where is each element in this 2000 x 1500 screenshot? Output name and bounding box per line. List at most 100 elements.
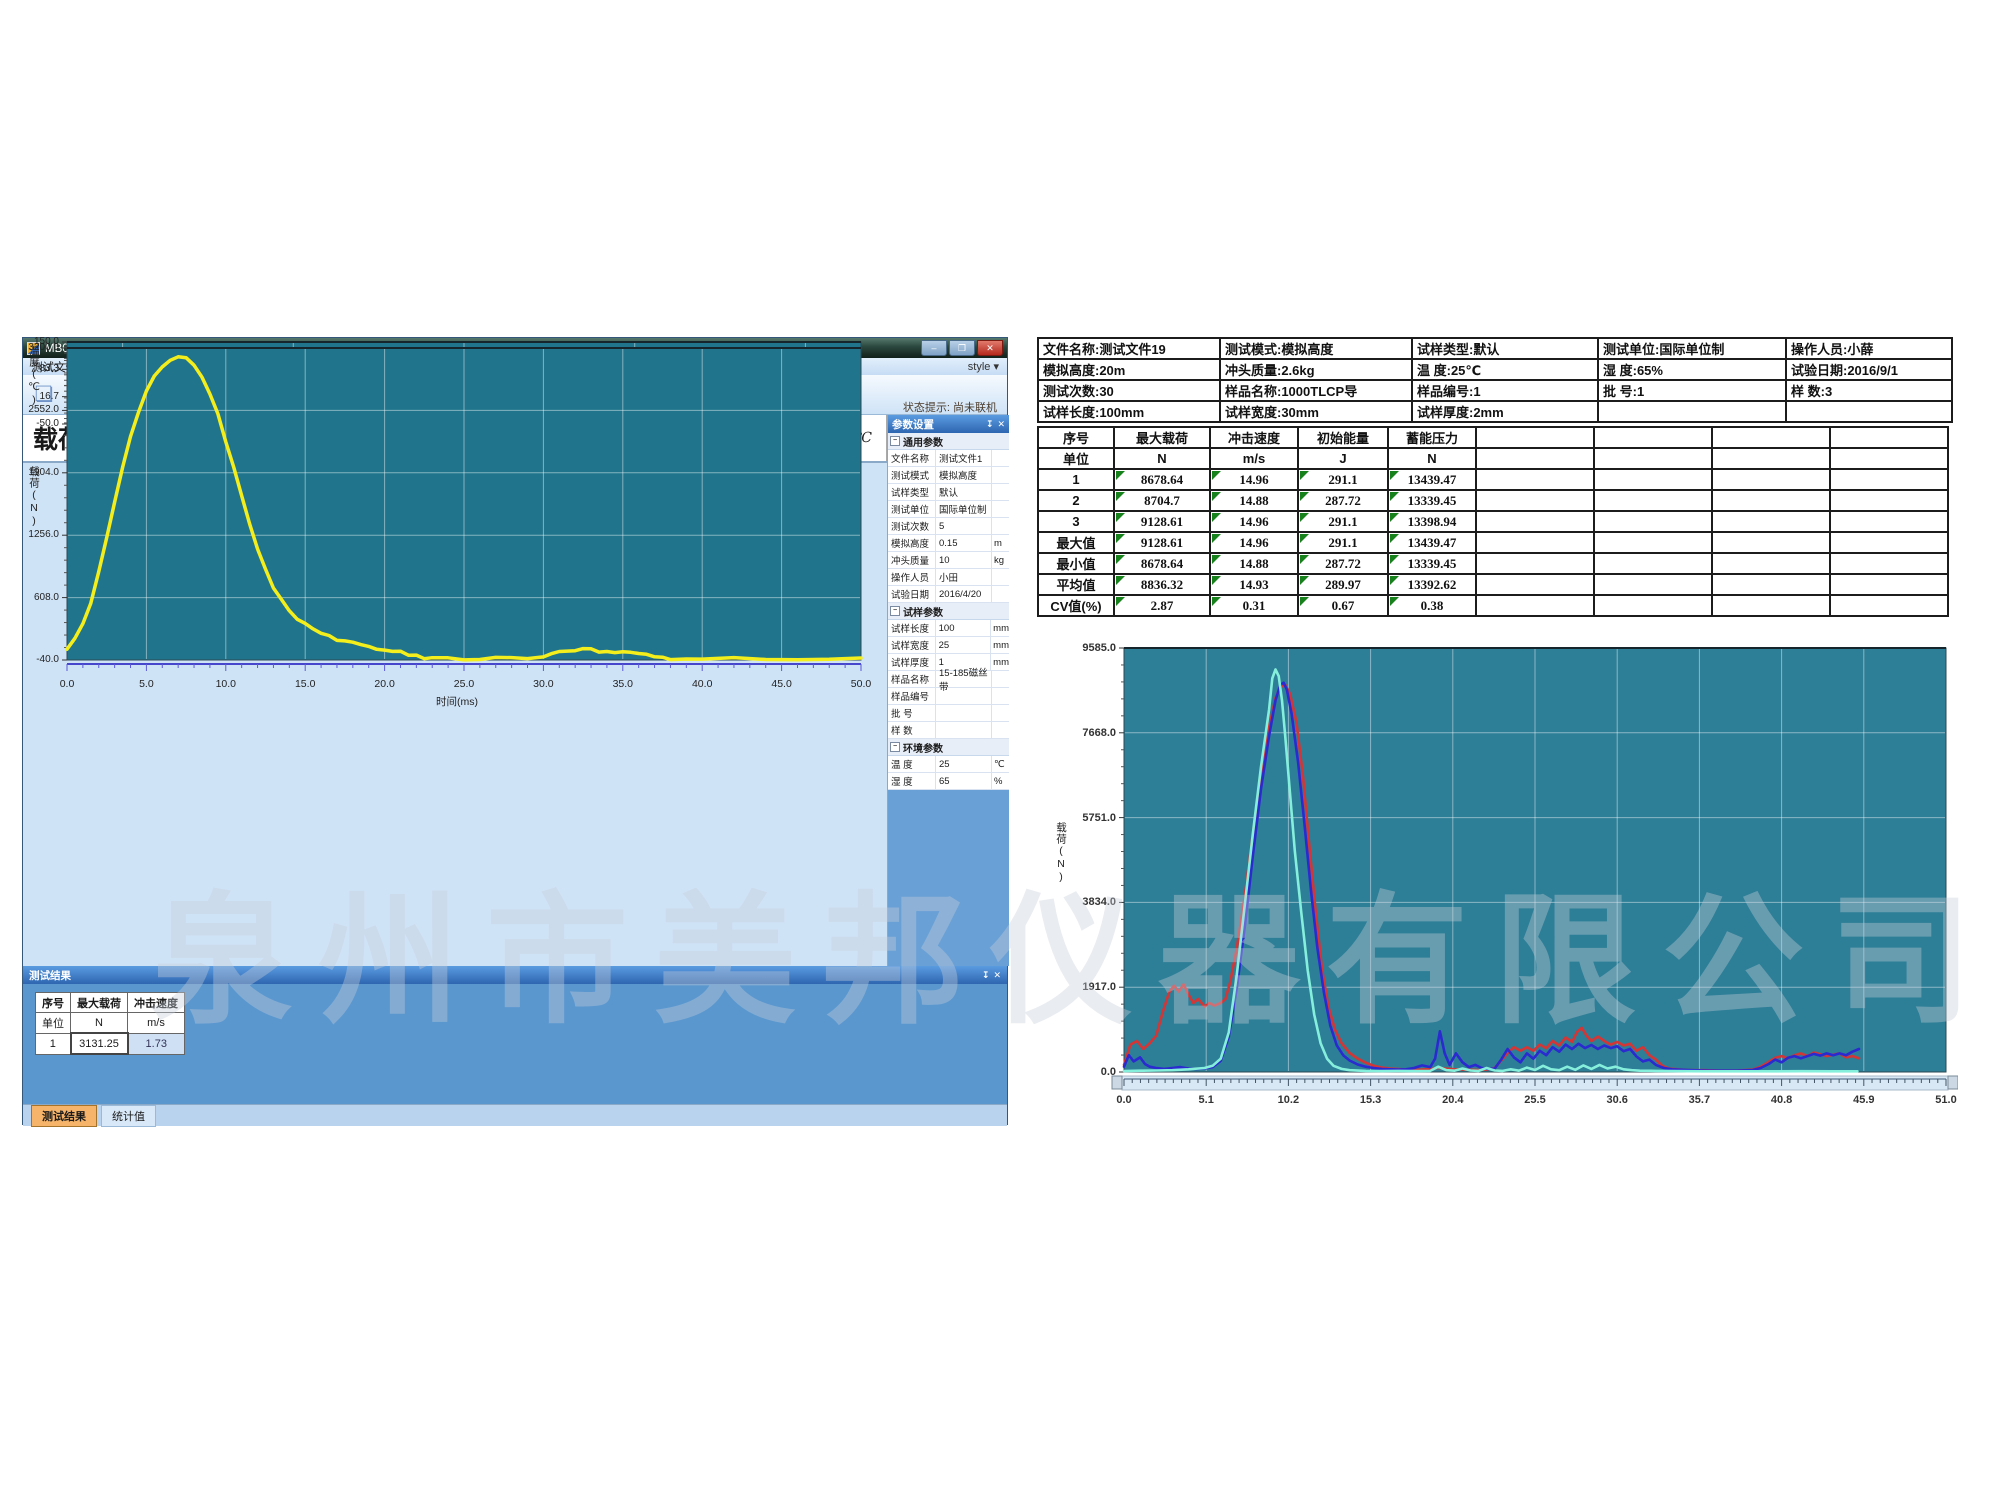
param-row: 试样宽度25mm	[888, 637, 1009, 654]
x-tick-label: 15.3	[1353, 1094, 1389, 1106]
data-cell: N	[1114, 448, 1210, 469]
param-value[interactable]	[936, 722, 992, 738]
data-cell	[1830, 532, 1948, 553]
data-cell	[1712, 553, 1830, 574]
data-cell	[1476, 595, 1594, 616]
param-value[interactable]: 2016/4/20	[936, 586, 992, 602]
info-cell: 样 数:3	[1786, 380, 1952, 401]
data-cell: 287.72	[1298, 490, 1388, 511]
param-value[interactable]: 0.15	[936, 535, 992, 551]
param-unit	[992, 450, 1009, 466]
close-icon[interactable]: ✕	[993, 970, 1001, 981]
info-cell: 批 号:1	[1598, 380, 1786, 401]
y-tick-label: 3200.0	[23, 342, 59, 353]
param-group-header[interactable]: −通用参数	[888, 433, 1009, 450]
close-icon[interactable]: ✕	[997, 419, 1005, 430]
pin-icon[interactable]: ↧	[982, 970, 990, 981]
param-unit: ℃	[992, 756, 1009, 772]
data-cell	[1476, 448, 1594, 469]
param-value[interactable]: 测试文件1	[936, 450, 992, 466]
data-cell	[1830, 553, 1948, 574]
sidebar-title-bar[interactable]: 参数设置 ↧ ✕	[888, 415, 1009, 433]
result-cell: 3131.25	[71, 1033, 128, 1054]
data-cell: 13439.47	[1388, 469, 1476, 490]
data-cell	[1830, 469, 1948, 490]
parameter-sidebar: 参数设置 ↧ ✕ −通用参数文件名称测试文件1测试模式模拟高度试样类型默认测试单…	[887, 415, 1009, 966]
x-axis-title: 时间(ms)	[436, 694, 478, 709]
info-cell: 试样类型:默认	[1412, 338, 1598, 359]
param-value[interactable]: 25	[936, 756, 992, 772]
param-value[interactable]: 100	[936, 620, 992, 636]
param-label: 样品名称	[888, 671, 936, 687]
collapse-icon[interactable]: −	[890, 742, 900, 752]
param-unit	[992, 705, 1009, 721]
style-dropdown[interactable]: style ▾	[968, 360, 999, 373]
param-label: 试样厚度	[888, 654, 936, 670]
x-tick-label: 50.0	[843, 678, 879, 690]
param-value[interactable]: 模拟高度	[936, 467, 992, 483]
param-group-header[interactable]: −试样参数	[888, 603, 1009, 620]
data-cell: 14.96	[1210, 469, 1298, 490]
report-chart: 9585.07668.05751.03834.01917.00.00.05.11…	[1040, 632, 1958, 1118]
param-row: 样品编号	[888, 688, 1009, 705]
param-row: 试验日期2016/4/20	[888, 586, 1009, 603]
result-cell: 1.73	[128, 1033, 185, 1054]
x-tick-label: 20.0	[367, 678, 403, 690]
param-value[interactable]	[936, 705, 992, 721]
results-title-bar[interactable]: 测试结果 ↧ ✕	[23, 966, 1007, 984]
collapse-icon[interactable]: −	[890, 606, 900, 616]
report-info-table: 文件名称:测试文件19测试模式:模拟高度试样类型:默认测试单位:国际单位制操作人…	[1037, 337, 1953, 423]
data-cell: 13392.62	[1388, 574, 1476, 595]
pin-icon[interactable]: ↧	[986, 419, 994, 430]
y-tick-label: 9585.0	[1040, 642, 1116, 654]
x-tick-label: 10.0	[208, 678, 244, 690]
param-row: 测试单位国际单位制	[888, 501, 1009, 518]
param-value[interactable]	[936, 688, 992, 704]
param-label: 湿 度	[888, 773, 936, 789]
collapse-icon[interactable]: −	[890, 436, 900, 446]
data-row: 39128.6114.96291.113398.94	[1038, 511, 1948, 532]
x-tick-label: 30.0	[525, 678, 561, 690]
tab-0[interactable]: 测试结果	[31, 1105, 97, 1127]
y-tick-label: 3834.0	[1040, 896, 1116, 908]
minimize-button[interactable]: –	[921, 340, 947, 356]
param-value[interactable]: 5	[936, 518, 992, 534]
sidebar-filler	[888, 790, 1009, 966]
param-unit: mm	[991, 654, 1009, 670]
close-button[interactable]: ✕	[977, 340, 1003, 356]
param-row: 测试模式模拟高度	[888, 467, 1009, 484]
param-value[interactable]: 10	[936, 552, 992, 568]
app-window: MB029C动态冲击振荡试验系统 –❐✕ 测试文件(F)测试控制(C)通用设置(…	[22, 337, 1008, 1125]
data-cell	[1830, 490, 1948, 511]
results-body: 序号最大载荷冲击速度单位Nm/s13131.251.73	[23, 984, 1007, 1104]
y-axis-title: 载荷(N)	[27, 466, 42, 528]
data-cell: 最大载荷	[1114, 427, 1210, 448]
data-cell: 14.93	[1210, 574, 1298, 595]
param-unit: mm	[991, 637, 1009, 653]
result-unit-cell: 单位	[36, 1013, 71, 1034]
restore-button[interactable]: ❐	[949, 340, 975, 356]
param-value[interactable]: 默认	[936, 484, 992, 500]
param-row: 湿 度65%	[888, 773, 1009, 790]
param-row: 样品名称15-185磁丝带	[888, 671, 1009, 688]
param-value[interactable]: 国际单位制	[936, 501, 992, 517]
info-row: 测试次数:30样品名称:1000TLCP导样品编号:1批 号:1样 数:3	[1038, 380, 1952, 401]
data-cell: 14.96	[1210, 532, 1298, 553]
tab-1[interactable]: 统计值	[101, 1105, 156, 1127]
data-cell: 9128.61	[1114, 511, 1210, 532]
param-value[interactable]: 65	[936, 773, 992, 789]
param-group-header[interactable]: −环境参数	[888, 739, 1009, 756]
data-cell: 2.87	[1114, 595, 1210, 616]
result-unit-cell: m/s	[128, 1013, 185, 1034]
data-cell: 13398.94	[1388, 511, 1476, 532]
param-value[interactable]: 小田	[936, 569, 992, 585]
report-data-table: 序号最大载荷冲击速度初始能量蓄能压力单位Nm/sJN18678.6414.962…	[1037, 426, 1949, 617]
status-text: 状态提示: 尚未联机	[903, 399, 997, 415]
param-value[interactable]: 15-185磁丝带	[936, 671, 992, 687]
param-value[interactable]: 25	[936, 637, 992, 653]
data-row: 18678.6414.96291.113439.47	[1038, 469, 1948, 490]
data-cell: 序号	[1038, 427, 1114, 448]
info-cell: 文件名称:测试文件19	[1038, 338, 1220, 359]
info-cell: 样品编号:1	[1412, 380, 1598, 401]
data-cell: 8678.64	[1114, 553, 1210, 574]
